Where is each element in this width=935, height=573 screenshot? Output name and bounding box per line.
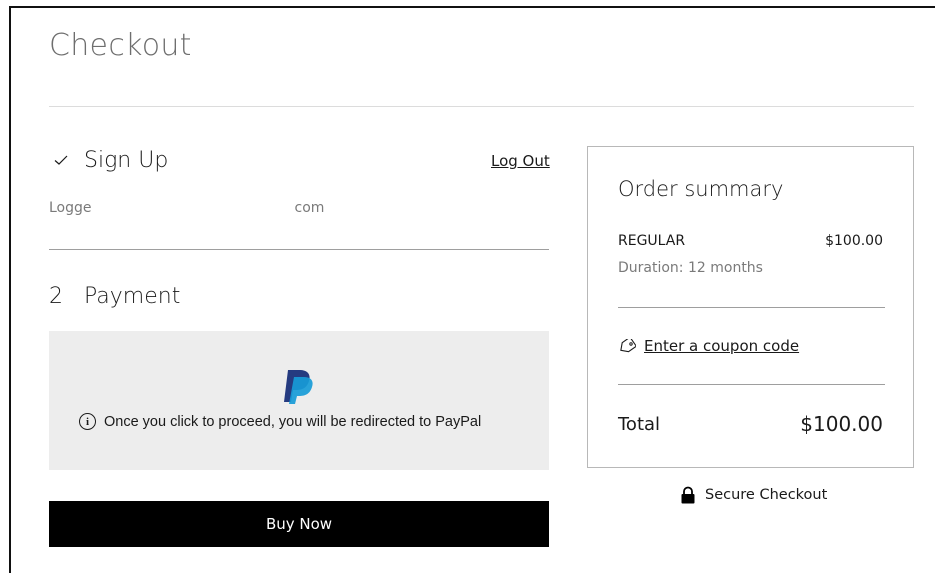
- plan-price: $100.00: [825, 233, 883, 249]
- logged-in-status: Logge com: [49, 200, 324, 216]
- redirect-notice: i Once you click to proceed, you will be…: [79, 413, 481, 430]
- title-divider: [49, 106, 914, 107]
- payment-section-title: Payment: [84, 284, 181, 309]
- section-divider: [49, 249, 549, 250]
- lock-icon: [681, 486, 695, 504]
- page-title: Checkout: [49, 28, 192, 63]
- plan-duration: Duration: 12 months: [618, 260, 763, 276]
- signup-section-title: Sign Up: [84, 148, 169, 173]
- logout-link[interactable]: Log Out: [491, 152, 550, 170]
- total-value: $100.00: [800, 412, 883, 436]
- redacted-email: [91, 201, 295, 215]
- secure-checkout-label: Secure Checkout: [705, 487, 828, 503]
- checkmark-icon: [54, 155, 68, 165]
- secure-checkout-badge: Secure Checkout: [680, 486, 827, 504]
- tag-icon: [620, 339, 636, 353]
- coupon-entry[interactable]: Enter a coupon code: [618, 337, 799, 355]
- order-summary-panel: Order summary REGULAR $100.00 Duration: …: [587, 146, 914, 468]
- total-label: Total: [618, 414, 661, 435]
- summary-divider: [618, 384, 885, 385]
- summary-divider: [618, 307, 885, 308]
- logged-in-prefix: Logge: [49, 200, 92, 216]
- order-summary-title: Order summary: [618, 177, 784, 201]
- buy-now-button[interactable]: Buy Now: [49, 501, 549, 547]
- coupon-link[interactable]: Enter a coupon code: [644, 337, 799, 355]
- redirect-notice-text: Once you click to proceed, you will be r…: [104, 413, 482, 430]
- plan-name: REGULAR: [618, 233, 686, 249]
- logged-in-suffix: com: [294, 200, 325, 216]
- info-icon: i: [79, 413, 96, 430]
- payment-step-number: 2: [49, 284, 63, 309]
- paypal-panel[interactable]: i Once you click to proceed, you will be…: [49, 331, 549, 470]
- paypal-logo-icon: [284, 370, 313, 404]
